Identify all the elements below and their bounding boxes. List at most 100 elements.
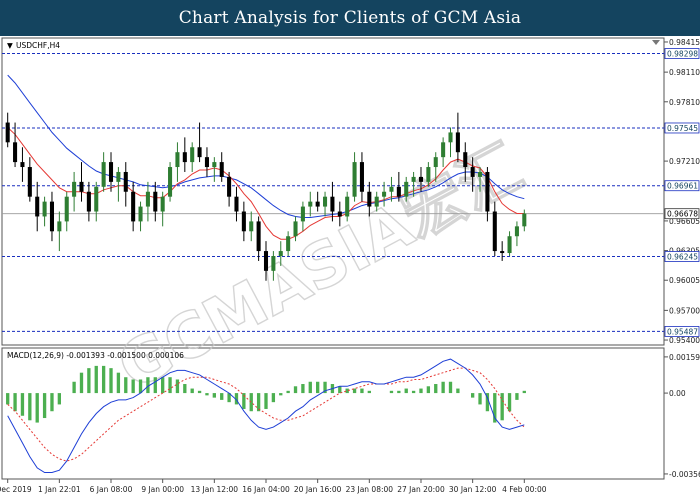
candle-bear [330, 196, 335, 212]
x-tick-label: 23 Jan 08:00 [346, 485, 394, 494]
y-tick-label: 0.95400 [669, 336, 700, 345]
candle-bear [79, 181, 84, 192]
candle-bull [286, 236, 291, 252]
macd-y-tick-label: 0.001596 [669, 353, 700, 362]
candle-bear [315, 201, 320, 207]
candle-bull [160, 196, 165, 212]
candle-bull [138, 206, 143, 222]
x-tick-label: 30 Jan 12:00 [449, 485, 497, 494]
candle-bull [308, 201, 313, 207]
candle-bull [300, 206, 305, 222]
chart-area: GCMASIA宏汇 0.984150.981100.978100.972100.… [0, 37, 700, 494]
candle-bull [116, 171, 121, 182]
candle-bull [57, 221, 62, 232]
candle-bull [293, 221, 298, 237]
candle-bull [249, 221, 254, 232]
x-tick-label: 9 Jan 00:00 [141, 485, 184, 494]
candle-bear [241, 211, 246, 232]
candle-bear [27, 167, 32, 197]
y-tick-label: 0.98110 [669, 68, 700, 77]
candle-bear [418, 176, 424, 182]
candle-bull [271, 256, 276, 271]
y-tick-label: 0.95700 [669, 306, 700, 315]
collapse-arrow-icon[interactable]: ▼ [7, 41, 13, 50]
candle-bear [256, 221, 261, 252]
level-tag-label: 0.96961 [667, 182, 698, 191]
candle-bull [94, 186, 99, 212]
candle-bear [396, 186, 401, 197]
macd-label: MACD(12,26,9) -0.001393 -0.001500 0.0001… [7, 351, 184, 360]
candle-bull [514, 226, 519, 237]
candle-bear [359, 162, 364, 192]
candle-bull [101, 162, 106, 187]
y-tick-label: 0.98415 [669, 38, 700, 47]
candle-bull [426, 167, 431, 182]
candle-bull [212, 162, 217, 168]
x-tick-label: 20 Jan 16:00 [294, 485, 342, 494]
candle-bear [485, 171, 490, 212]
candle-bull [278, 251, 283, 257]
candle-bear [20, 162, 25, 168]
candle-bull [404, 181, 409, 197]
candle-bear [35, 196, 40, 217]
macd-y-tick-label: 0.00 [669, 389, 686, 398]
candle-bull [433, 157, 438, 168]
x-axis: 27 Dec 2019 1 Jan 22:01 6 Jan 08:00 9 Jan 0… [0, 479, 547, 494]
x-tick-label: 13 Jan 12:00 [191, 485, 239, 494]
level-tag-label: 0.97545 [667, 124, 698, 133]
candle-bull [411, 176, 416, 182]
candle-bear [500, 251, 505, 254]
candle-bear [463, 152, 468, 168]
candle-bull [168, 167, 173, 197]
candle-bull [352, 162, 357, 197]
candle-bull [522, 213, 527, 227]
candle-bear [131, 191, 136, 222]
level-tag-label: 0.95487 [667, 327, 698, 336]
y-tick-label: 0.97210 [669, 157, 700, 166]
candle-bull [64, 196, 69, 222]
candle-bear [219, 162, 224, 177]
candle-bear [455, 132, 460, 153]
y-tick-label: 0.96005 [669, 276, 700, 285]
candle-bear [153, 191, 158, 212]
candle-bull [175, 152, 180, 168]
candle-bull [507, 236, 512, 254]
candle-bear [182, 152, 187, 163]
candle-bull [42, 201, 47, 217]
candle-bull [389, 186, 394, 192]
candle-bull [448, 132, 453, 143]
candle-bear [13, 142, 18, 163]
candle-bull [374, 196, 379, 207]
x-tick-label: 1 Jan 22:01 [38, 485, 81, 494]
x-tick-label: 16 Jan 04:00 [242, 485, 290, 494]
x-tick-label: 6 Jan 08:00 [90, 485, 133, 494]
macd-panel-frame [1, 347, 665, 480]
candle-bear [227, 176, 232, 197]
candle-bear [263, 251, 269, 271]
candle-bear [337, 211, 342, 217]
current-price-label: 0.96678 [667, 210, 698, 219]
x-tick-label: 4 Feb 00:00 [502, 485, 547, 494]
candle-bull [72, 181, 77, 197]
level-tag-label: 0.96245 [667, 252, 698, 261]
page-title: Chart Analysis for Clients of GCM Asia [178, 8, 522, 28]
header-bar: Chart Analysis for Clients of GCM Asia [0, 0, 700, 36]
x-tick-label: 27 Dec 2019 [0, 485, 32, 494]
symbol-label: USDCHF,H4 [16, 41, 60, 50]
candle-bull [190, 147, 195, 163]
level-tag-label: 0.98298 [667, 50, 698, 59]
candle-bear [492, 211, 497, 252]
candle-bear [108, 162, 114, 182]
candle-bear [470, 167, 475, 177]
candle-bull [441, 142, 446, 158]
macd-y-tick-label: -0.003565 [669, 470, 700, 479]
candle-bull [382, 191, 387, 197]
candle-bull [345, 196, 350, 217]
y-tick-label: 0.97810 [669, 98, 700, 107]
candle-bear [49, 201, 55, 232]
candle-bull [145, 191, 150, 207]
candle-bull [477, 171, 483, 177]
candle-bull [323, 196, 328, 207]
candle-bear [123, 171, 128, 192]
x-tick-label: 27 Jan 20:00 [397, 485, 445, 494]
